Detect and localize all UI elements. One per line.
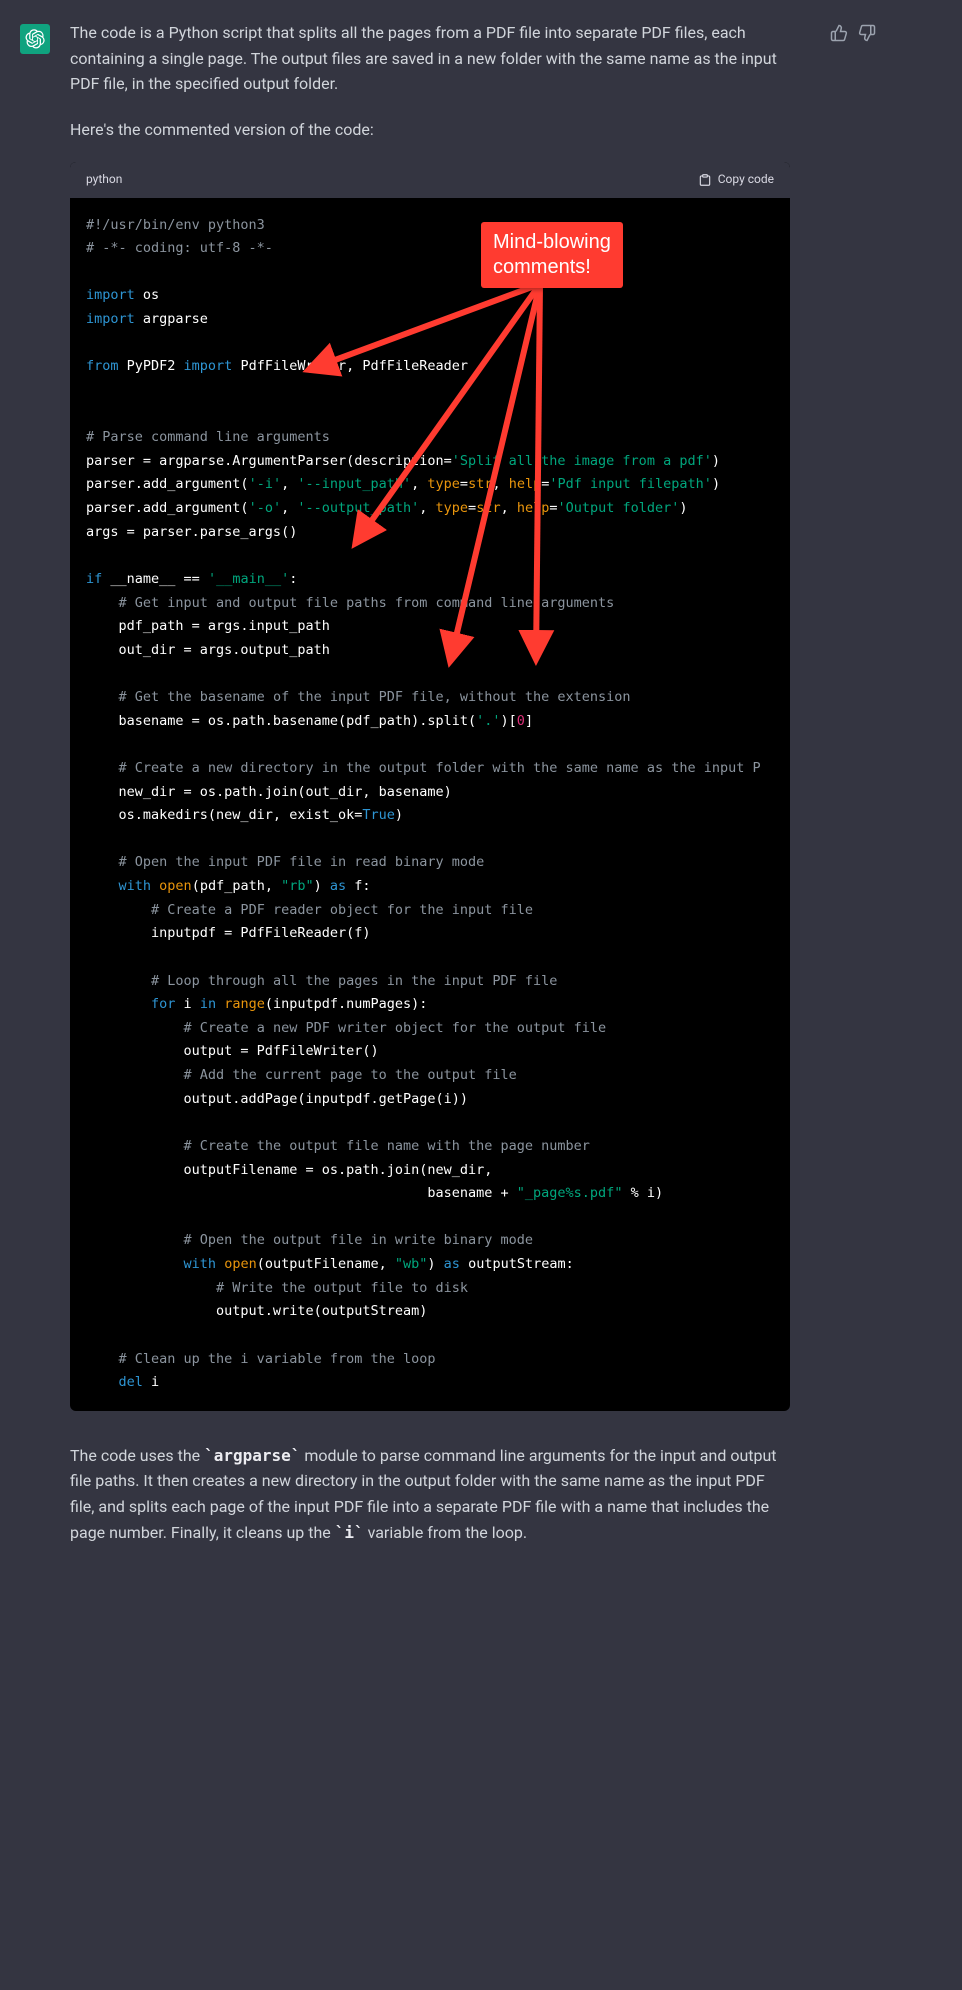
outro-text-3: variable from the loop.	[364, 1523, 527, 1542]
copy-code-label: Copy code	[718, 170, 774, 189]
assistant-avatar	[20, 24, 50, 54]
thumbs-up-icon	[830, 24, 848, 42]
inline-code-argparse: `argparse`	[204, 1446, 300, 1465]
assistant-message: The code is a Python script that splits …	[0, 20, 962, 1565]
second-paragraph: Here's the commented version of the code…	[70, 117, 790, 143]
code-body[interactable]: #!/usr/bin/env python3 # -*- coding: utf…	[70, 198, 790, 1411]
annotation-callout: Mind-blowing comments!	[481, 222, 623, 288]
message-content: The code is a Python script that splits …	[70, 20, 790, 1565]
code-language-label: python	[86, 170, 122, 189]
inline-code-i: `i`	[335, 1523, 364, 1542]
thumbs-down-button[interactable]	[858, 24, 876, 50]
feedback-buttons	[830, 24, 876, 50]
thumbs-up-button[interactable]	[830, 24, 848, 50]
intro-paragraph: The code is a Python script that splits …	[70, 20, 790, 97]
outro-paragraph: The code uses the `argparse` module to p…	[70, 1443, 790, 1545]
clipboard-icon	[698, 173, 712, 187]
code-block: python Copy code #!/usr/bin/env python3 …	[70, 162, 790, 1410]
openai-logo-icon	[25, 29, 45, 49]
outro-text-1: The code uses the	[70, 1446, 204, 1465]
code-header: python Copy code	[70, 162, 790, 197]
thumbs-down-icon	[858, 24, 876, 42]
copy-code-button[interactable]: Copy code	[698, 170, 774, 189]
